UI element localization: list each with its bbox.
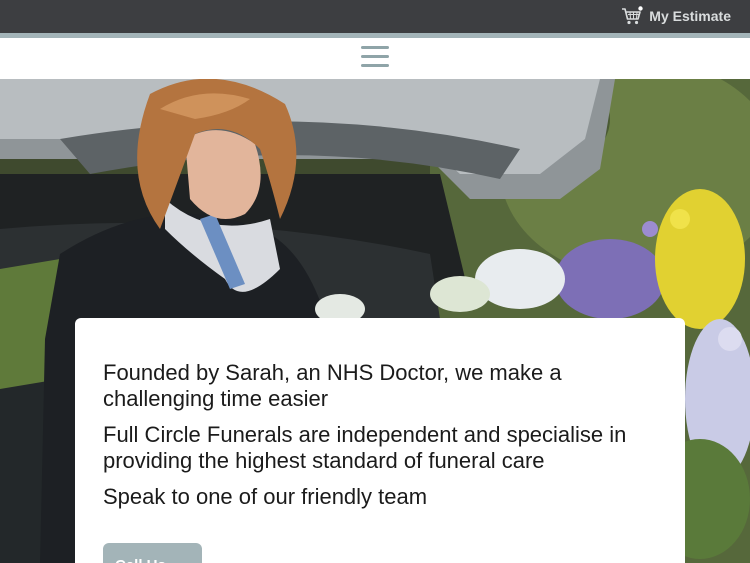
- intro-paragraph-founder: Founded by Sarah, an NHS Doctor, we make…: [103, 360, 562, 411]
- intro-card: Founded by Sarah, an NHS Doctor, we make…: [75, 318, 685, 563]
- hero-section: Founded by Sarah, an NHS Doctor, we make…: [0, 79, 750, 563]
- call-us-button[interactable]: Call Us: [103, 543, 202, 563]
- shopping-cart-icon: [621, 6, 643, 26]
- hamburger-menu-icon[interactable]: [361, 46, 389, 68]
- my-estimate-label: My Estimate: [649, 8, 731, 24]
- intro-paragraph-speak: Speak to one of our friendly team: [103, 484, 428, 509]
- my-estimate-link[interactable]: My Estimate: [621, 6, 731, 26]
- top-bar: My Estimate: [0, 0, 750, 33]
- nav-bar: [0, 38, 750, 79]
- intro-paragraph-independent: Full Circle Funerals are independent and…: [103, 422, 627, 473]
